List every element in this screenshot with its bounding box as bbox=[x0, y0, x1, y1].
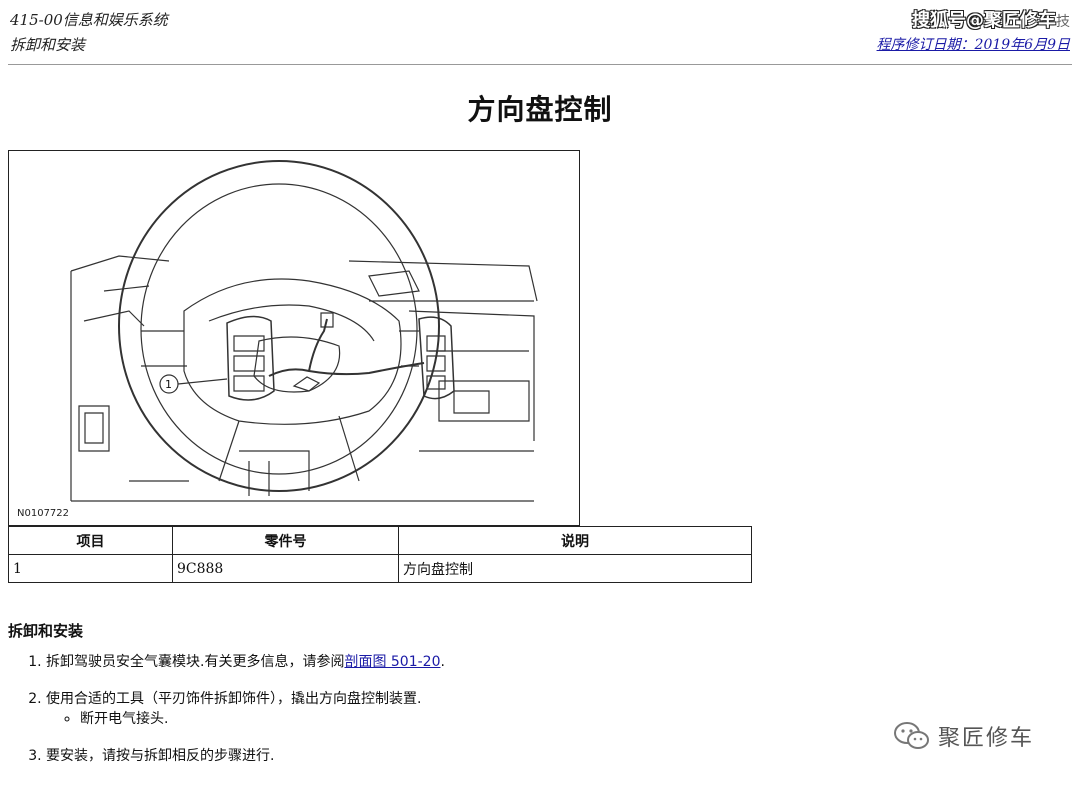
steering-wheel-figure: 1 N0107722 bbox=[8, 150, 580, 526]
figure-id: N0107722 bbox=[17, 508, 70, 519]
page-title: 方向盘控制 bbox=[467, 93, 613, 126]
step-2: 使用合适的工具（平刃饰件拆卸饰件），撬出方向盘控制装置. 断开电气接头. bbox=[46, 689, 746, 729]
watermark-tail: 技 bbox=[1056, 14, 1070, 30]
header-right: 搜狐号@聚匠修车技 程序修订日期：2019年6月9日 bbox=[877, 8, 1070, 55]
parts-table-header: 项目 零件号 说明 bbox=[8, 526, 752, 555]
procedure-heading: 拆卸和安装 bbox=[8, 622, 84, 640]
callout-number: 1 bbox=[165, 378, 172, 391]
step-2-text: 使用合适的工具（平刃饰件拆卸饰件），撬出方向盘控制装置. bbox=[46, 691, 422, 707]
watermark: 搜狐号@聚匠修车技 bbox=[877, 8, 1070, 35]
brand-name: 聚匠修车 bbox=[938, 726, 1035, 751]
procedure-steps: 拆卸驾驶员安全气囊模块.有关更多信息，请参阅剖面图 501-20. 使用合适的工… bbox=[8, 652, 746, 783]
step-3-text: 要安装，请按与拆卸相反的步骤进行. bbox=[46, 748, 275, 764]
wechat-icon bbox=[894, 722, 929, 749]
header-divider bbox=[8, 64, 1072, 65]
cell-desc: 方向盘控制 bbox=[398, 554, 752, 583]
section-code: 415-00信息和娱乐系统 bbox=[10, 11, 168, 29]
watermark-text: 搜狐号@聚匠修车 bbox=[912, 10, 1056, 31]
step-1-text: 拆卸驾驶员安全气囊模块.有关更多信息，请参阅 bbox=[46, 654, 345, 670]
step-1: 拆卸驾驶员安全气囊模块.有关更多信息，请参阅剖面图 501-20. bbox=[46, 652, 746, 672]
col-desc-header: 说明 bbox=[398, 526, 752, 555]
cell-item: 1 bbox=[8, 554, 173, 583]
table-row: 1 9C888 方向盘控制 bbox=[8, 554, 752, 583]
step-1-suffix: . bbox=[440, 654, 445, 670]
section-subtitle: 拆卸和安装 bbox=[10, 36, 86, 54]
parts-table: 项目 零件号 说明 1 9C888 方向盘控制 bbox=[8, 526, 752, 583]
step-2-substeps: 断开电气接头. bbox=[46, 709, 746, 729]
substep-disconnect: 断开电气接头. bbox=[80, 709, 746, 729]
brand-badge: 聚匠修车 bbox=[892, 720, 1034, 752]
steering-wheel-controls-illustration: 1 bbox=[70, 160, 538, 502]
revision-date-link[interactable]: 程序修订日期：2019年6月9日 bbox=[877, 35, 1070, 55]
col-item-header: 项目 bbox=[8, 526, 173, 555]
col-partno-header: 零件号 bbox=[172, 526, 399, 555]
section-reference-link[interactable]: 剖面图 501-20 bbox=[344, 654, 440, 670]
cell-partno: 9C888 bbox=[172, 554, 399, 583]
header-left: 415-00信息和娱乐系统 拆卸和安装 bbox=[10, 8, 168, 58]
step-3: 要安装，请按与拆卸相反的步骤进行. bbox=[46, 746, 746, 766]
